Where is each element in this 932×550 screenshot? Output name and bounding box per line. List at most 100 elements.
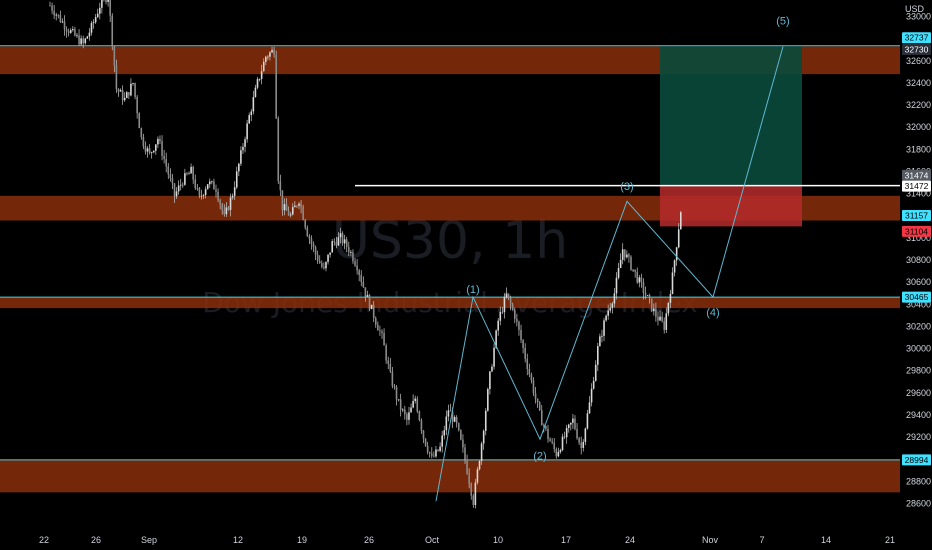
candle-body (90, 23, 93, 33)
candle-body (331, 241, 333, 253)
candle-body (173, 183, 176, 197)
candle-body (348, 247, 350, 253)
candle-body (383, 332, 385, 346)
candle-body (374, 318, 377, 325)
candle-body (190, 166, 192, 174)
candle-body (466, 459, 468, 474)
candle-body (480, 443, 483, 461)
wave-label-1: (1) (466, 284, 479, 296)
candle-body (184, 173, 186, 185)
candle-body (482, 430, 485, 444)
candle-body (574, 418, 576, 429)
candle-body (55, 14, 58, 16)
candle-body (217, 191, 219, 201)
time-axis[interactable]: 22 26 Sep 12 19 26 Oct 10 17 24 Nov 7 14 21 (39, 535, 895, 545)
candle-body (372, 304, 375, 319)
candle-body (592, 380, 595, 389)
candle-body (630, 256, 632, 270)
price-tick: 33000 (906, 12, 931, 22)
price-tick: 30200 (906, 321, 931, 331)
candle-body (262, 61, 265, 72)
candle-body (281, 190, 284, 211)
candle-body (269, 52, 271, 57)
candle-body (499, 311, 502, 321)
candle-body (431, 453, 433, 456)
candle-body (476, 469, 479, 483)
price-tick: 30800 (906, 255, 931, 265)
candle-body (653, 308, 655, 311)
time-tick: 26 (364, 535, 374, 545)
candle-body (350, 252, 352, 253)
price-tag: 28994 (905, 455, 929, 465)
candle-body (246, 123, 248, 140)
candle-body (555, 449, 558, 457)
candle-body (318, 261, 321, 264)
candle-body (401, 409, 404, 411)
candle-body (570, 422, 572, 425)
candle-body (549, 439, 551, 442)
candle-body (298, 203, 300, 206)
zone-4 (0, 459, 900, 493)
candle-body (198, 188, 201, 196)
price-tag: 30465 (905, 292, 929, 302)
candle-body (175, 191, 178, 197)
candle-body (547, 428, 549, 440)
candle-body (204, 189, 207, 195)
candle-body (420, 420, 423, 431)
candle-body (260, 71, 263, 79)
candle-body (387, 360, 390, 364)
candle-body (76, 35, 78, 37)
candle-body (339, 233, 342, 238)
candle-body (159, 138, 161, 142)
candle-body (516, 318, 518, 322)
candle-body (352, 252, 354, 262)
candle-body (528, 369, 531, 375)
candle-body (580, 442, 582, 448)
candle-body (650, 298, 653, 311)
candle-body (428, 452, 431, 454)
candle-body (532, 380, 535, 394)
candle-body (252, 97, 255, 112)
candle-body (626, 254, 628, 258)
candle-body (640, 277, 643, 283)
candle-body (424, 438, 427, 446)
candle-body (196, 187, 199, 189)
candle-body (389, 363, 392, 372)
candle-body (140, 128, 143, 138)
candle-body (233, 187, 236, 196)
candle-body (588, 402, 591, 414)
candle-body (607, 310, 609, 316)
price-tag: 32730 (905, 44, 929, 54)
time-tick: 21 (885, 535, 895, 545)
candle-body (509, 297, 512, 305)
candle-body (312, 243, 315, 248)
price-axis[interactable]: USD 330003280032600324003220032000318003… (905, 4, 931, 508)
candle-body (59, 15, 62, 22)
price-chart[interactable]: US30, 1h Dow Jones Industrial Average In… (0, 0, 932, 550)
price-tags: 3273732730 3147431472 31157 31104 30465 28994 (902, 32, 931, 466)
price-tick: 31800 (906, 144, 931, 154)
candle-body (333, 241, 336, 243)
candle-body (341, 233, 344, 244)
candle-body (277, 118, 280, 182)
candle-body (613, 293, 616, 304)
candle-body (223, 210, 226, 215)
candle-body (586, 413, 589, 429)
candle-body (366, 295, 369, 297)
candle-body (457, 423, 460, 431)
candle-body (632, 269, 634, 271)
candle-body (665, 313, 668, 330)
time-tick: 19 (297, 535, 307, 545)
time-tick: Oct (425, 535, 440, 545)
candle-body (617, 268, 620, 278)
candle-body (86, 36, 89, 39)
candle-body (165, 159, 167, 167)
long-position-tool[interactable] (660, 46, 802, 227)
candle-body (511, 304, 514, 310)
candle-body (179, 184, 182, 186)
candle-body (563, 436, 566, 438)
candle-body (96, 13, 99, 18)
profit-zone[interactable] (660, 46, 802, 186)
candle-body (242, 146, 244, 151)
candle-body (661, 316, 663, 322)
